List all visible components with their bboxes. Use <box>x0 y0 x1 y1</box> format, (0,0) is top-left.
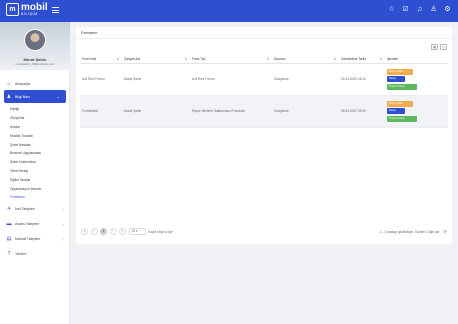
column-header[interactable]: Form İsmi ⇅ <box>80 55 122 64</box>
column-header[interactable]: Durumu ⇅ <box>272 55 339 64</box>
page-size-select[interactable]: 10 ▾ <box>128 228 146 235</box>
help-icon: ? <box>7 251 11 258</box>
column-header[interactable]: Çalışan Adı ⇅ <box>122 55 190 64</box>
sidebar-subitem[interactable]: Eğitim Tavsiye <box>0 175 70 184</box>
sidebar-submenu: Kişiliği Ölçüyorlar Araçlar Eksiklik Tut… <box>0 103 70 202</box>
sidebar-item-anasayfa[interactable]: ⌂ Anasayfa <box>0 77 70 90</box>
print-icon[interactable]: ⎙ <box>440 44 447 50</box>
sidebar-item-yardim[interactable]: ? Yardım <box>0 247 70 262</box>
sidebar-subitem[interactable]: Organizasyon Şeması <box>0 184 70 193</box>
divider <box>76 38 452 39</box>
sidebar-item-label: Masraf Talepleri <box>15 237 41 242</box>
cell-form-type: Acil Rize Formu <box>190 63 272 96</box>
chevron-down-icon: ⌄ <box>56 94 60 99</box>
column-header[interactable]: Gönderilme Tarihi ⇅ <box>339 55 385 64</box>
sidebar-subitem[interactable]: Şirket Mesaları <box>0 140 70 149</box>
home-icon: ⌂ <box>7 80 11 87</box>
brand-logo[interactable]: m mobil BİLİŞİM <box>6 3 48 16</box>
sort-icon: ⇅ <box>379 56 382 61</box>
sidebar-subitem-current[interactable]: Formlarım <box>0 193 70 202</box>
sidebar-item-label: İzin Talepleri <box>15 207 35 212</box>
page-title: Formlarım <box>81 31 98 35</box>
refresh-icon[interactable]: ⟳ <box>443 229 447 234</box>
sort-icon: ⇅ <box>116 56 119 61</box>
checkbox-icon[interactable]: ☑ <box>401 6 410 14</box>
forms-table: Form İsmi ⇅ Çalışan Adı ⇅ Form Tipi ⇅ Durum… <box>80 55 448 128</box>
sort-icon: ⇅ <box>333 56 336 61</box>
logo-main-text: mobil <box>21 2 48 13</box>
sidebar-item-label: Bilgi Bazı <box>15 94 30 99</box>
cell-actions: Belgeyi Bas Detay Onaylı Göster <box>385 63 448 96</box>
profile-email: muratsahin_38@outlook.com <box>15 62 55 66</box>
table-row: Acil Rize Formu Murat Şahin Acil Rize Fo… <box>80 63 448 96</box>
chevron-right-icon: › <box>62 236 64 242</box>
settings-icon[interactable]: ⚙ <box>443 6 452 14</box>
cell-form-name: Acil Rize Formu <box>80 63 122 96</box>
cell-date: 05.03.2022 09:29 <box>339 95 385 128</box>
first-page-button[interactable]: « <box>81 228 88 235</box>
table-header-row: Form İsmi ⇅ Çalışan Adı ⇅ Form Tipi ⇅ Durum… <box>80 55 448 64</box>
sidebar-item-label: Anasayfa <box>15 81 30 86</box>
pagination: « ‹ 1 › » 10 ▾ Sayfa başına öğe <box>81 228 173 235</box>
approve-view-button[interactable]: Onaylı Göster <box>387 115 417 122</box>
print-form-button[interactable]: Belgeyi Bas <box>387 100 413 107</box>
per-page-label: Sayfa başına öğe <box>148 229 173 234</box>
sidebar-item-masraf[interactable]: ▤ Masraf Talepleri › <box>0 232 70 247</box>
money-icon: ▬ <box>6 221 12 228</box>
bell-icon[interactable]: ♫ <box>415 6 424 14</box>
sidebar-subitem[interactable]: Eksiklik Tutarları <box>0 131 70 140</box>
export-excel-icon[interactable]: ▦ <box>431 44 438 50</box>
cell-form-type: Rapor Verilerin Saklanması Protokolü <box>190 95 272 128</box>
forms-card: Formlarım ▦ ⎙ Form İsmi ⇅ Çalışan Adı ⇅ Fo… <box>76 27 452 244</box>
prev-page-button[interactable]: ‹ <box>90 228 98 235</box>
chevron-right-icon: › <box>62 221 64 227</box>
print-form-button[interactable]: Belgeyi Bas <box>387 68 413 75</box>
star-icon[interactable]: ☆ <box>387 6 396 14</box>
sort-icon: ⇅ <box>184 56 187 61</box>
last-page-button[interactable]: » <box>119 228 126 235</box>
table-row: FormMakdi Murat Şahin Rapor Verilerin Sa… <box>80 95 448 128</box>
approve-view-button[interactable]: Onaylı Göster <box>387 83 417 90</box>
profile-card: Murat Şahin muratsahin_38@outlook.com <box>0 22 70 70</box>
top-bar: m mobil BİLİŞİM ☆ ☑ ♫ ♙ ⚙ <box>0 0 458 22</box>
sidebar-item-label: Avans Talepleri <box>15 222 40 227</box>
sidebar-item-label: Yardım <box>15 252 27 257</box>
menu-toggle-icon[interactable] <box>52 7 59 13</box>
sidebar-subitem[interactable]: Şirket Kullanımları <box>0 158 70 167</box>
avatar[interactable] <box>24 29 46 51</box>
sidebar-item-izin[interactable]: ✈ İzin Talepleri › <box>0 202 70 217</box>
sidebar-subitem[interactable]: Kişiliği <box>0 105 70 114</box>
cell-date: 24.03.2022 18:12 <box>339 63 385 96</box>
sidebar-item-bilgi-bazi[interactable]: ♟ Bilgi Bazı ⌄ <box>4 90 66 103</box>
sort-icon: ⇅ <box>266 56 269 61</box>
receipt-icon: ▤ <box>6 236 12 243</box>
page-number-button[interactable]: 1 <box>100 228 107 235</box>
chevron-right-icon: › <box>62 206 64 212</box>
detail-button[interactable]: Detay <box>387 76 405 82</box>
sidebar-nav: ⌂ Anasayfa ♟ Bilgi Bazı ⌄ Kişiliği Ölçüy… <box>0 77 70 262</box>
sidebar: Murat Şahin muratsahin_38@outlook.com ⌂ … <box>0 22 70 324</box>
pagination-range: 1 - 2 arasıgı gösteriliyor. Toplam 2 öğe… <box>379 230 440 234</box>
logo-mark-icon: m <box>6 3 19 16</box>
sidebar-item-avans[interactable]: ▬ Avans Talepleri › <box>0 217 70 232</box>
cell-actions: Belgeyi Bas Detay Onaylı Göster <box>385 95 448 128</box>
column-header[interactable]: Form Tipi ⇅ <box>190 55 272 64</box>
cell-form-name: FormMakdi <box>80 95 122 128</box>
cell-employee: Murat Şahin <box>122 95 190 128</box>
sidebar-subitem[interactable]: Araçlar <box>0 123 70 132</box>
cell-status: Onaylandı <box>272 63 339 96</box>
cell-status: Onaylandı <box>272 95 339 128</box>
plane-icon: ✈ <box>6 206 12 213</box>
user-icon[interactable]: ♙ <box>429 6 438 14</box>
sidebar-subitem[interactable]: Ölçüyorlar <box>0 114 70 123</box>
users-icon: ♟ <box>6 93 12 100</box>
next-page-button[interactable]: › <box>109 228 117 235</box>
column-header: İşlemler <box>385 55 448 64</box>
sidebar-subitem[interactable]: Temel Mesaj <box>0 167 70 176</box>
cell-employee: Murat Şahin <box>122 63 190 96</box>
sidebar-subitem[interactable]: Benimle Uygulamaları <box>0 149 70 158</box>
detail-button[interactable]: Detay <box>387 108 405 114</box>
